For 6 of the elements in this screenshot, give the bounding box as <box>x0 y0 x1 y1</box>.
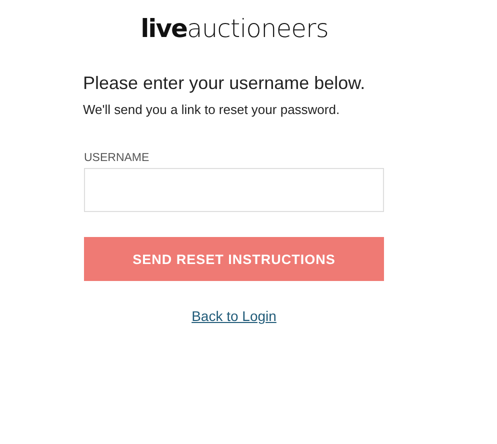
page-heading: Please enter your username below. <box>83 73 366 94</box>
username-field[interactable] <box>84 168 384 212</box>
back-to-login-link[interactable]: Back to Login <box>192 308 276 324</box>
instruction-text: We'll send you a link to reset your password. <box>83 102 341 117</box>
field-label: USERNAME <box>84 152 150 164</box>
logo: liveauctioneers <box>140 14 328 43</box>
